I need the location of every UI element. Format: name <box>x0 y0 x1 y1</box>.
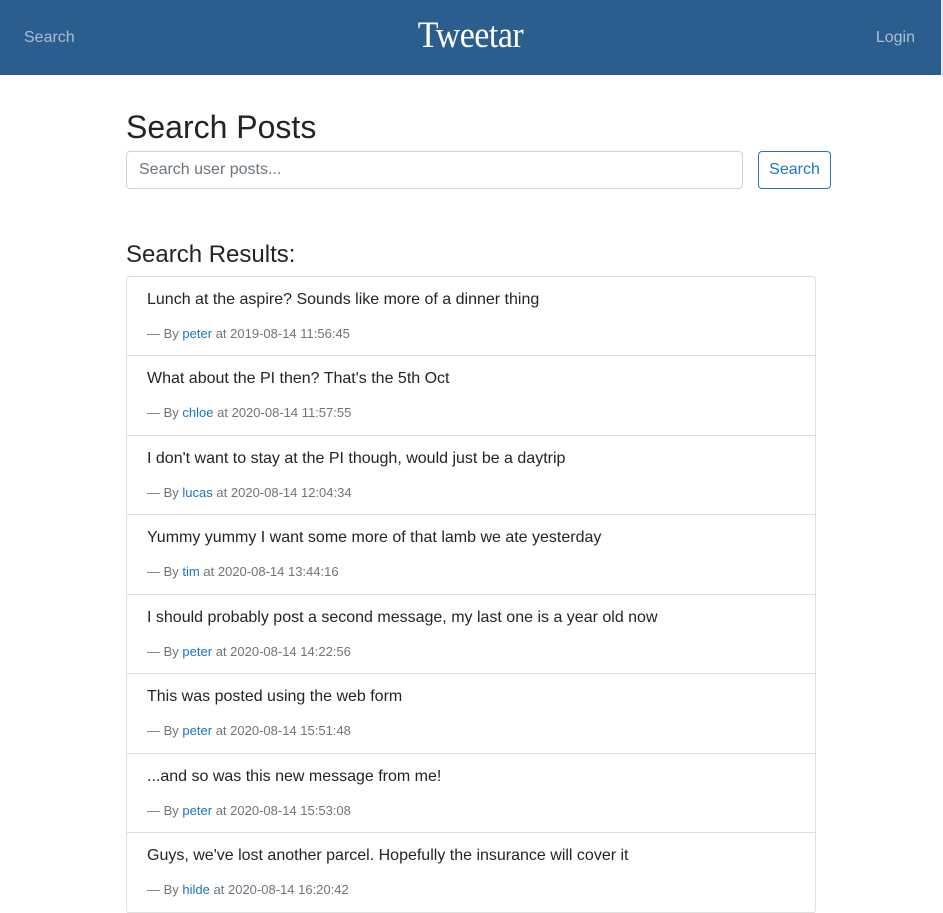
post-by-label: — By <box>147 325 179 341</box>
post-author-link[interactable]: peter <box>182 644 212 659</box>
post-text: Lunch at the aspire? Sounds like more of… <box>147 290 540 308</box>
post-author-link[interactable]: lucas <box>182 485 212 500</box>
results-list: Lunch at the aspire? Sounds like more of… <box>126 275 816 913</box>
post-text: ...and so was this new message from me! <box>147 767 442 785</box>
results-heading: Search Results: <box>126 241 296 269</box>
post-meta: — By peter at 2019-08-14 11:56:45 <box>147 326 795 341</box>
list-item: ...and so was this new message from me! —… <box>127 754 815 834</box>
post-by-label: — By <box>147 484 179 500</box>
post-author-link[interactable]: peter <box>182 723 212 738</box>
post-by-label: — By <box>147 405 179 421</box>
post-meta: — By lucas at 2020-08-14 12:04:34 <box>147 485 795 500</box>
post-at-label: at <box>215 802 227 818</box>
brand-logo[interactable]: Tweetar <box>0 15 941 56</box>
post-at-label: at <box>215 723 227 739</box>
post-by-label: — By <box>147 723 179 739</box>
list-item: Guys, we've lost another parcel. Hopeful… <box>127 833 815 913</box>
post-meta: — By peter at 2020-08-14 14:22:56 <box>147 644 795 659</box>
post-timestamp: 2020-08-14 11:57:55 <box>231 405 352 421</box>
post-timestamp: 2020-08-14 13:44:16 <box>217 564 339 580</box>
list-item: Yummy yummy I want some more of that lam… <box>127 515 815 595</box>
list-item: I should probably post a second message,… <box>127 595 815 675</box>
post-text: I should probably post a second message,… <box>147 608 658 626</box>
post-timestamp: 2020-08-14 12:04:34 <box>230 484 352 500</box>
post-meta: — By peter at 2020-08-14 15:51:48 <box>147 723 795 738</box>
post-text: This was posted using the web form <box>147 688 403 706</box>
post-at-label: at <box>216 484 228 500</box>
post-at-label: at <box>215 325 227 341</box>
post-at-label: at <box>203 564 215 580</box>
post-text: Guys, we've lost another parcel. Hopeful… <box>147 847 629 865</box>
post-by-label: — By <box>147 802 179 818</box>
post-author-link[interactable]: chloe <box>182 405 213 420</box>
post-author-link[interactable]: peter <box>182 803 212 818</box>
post-meta: — By chloe at 2020-08-14 11:57:55 <box>147 405 795 420</box>
post-timestamp: 2020-08-14 14:22:56 <box>230 643 351 659</box>
post-timestamp: 2019-08-14 11:56:45 <box>230 325 350 341</box>
post-text: What about the PI then? That's the 5th O… <box>147 370 450 388</box>
post-author-link[interactable]: peter <box>182 326 212 341</box>
post-text: I don't want to stay at the PI though, w… <box>147 449 566 467</box>
search-input[interactable] <box>126 151 743 190</box>
post-meta: — By tim at 2020-08-14 13:44:16 <box>147 564 795 579</box>
post-text: Yummy yummy I want some more of that lam… <box>147 529 602 547</box>
post-by-label: — By <box>147 564 179 580</box>
page-title: Search Posts <box>126 109 317 145</box>
top-navbar: Search Tweetar Login <box>0 0 943 75</box>
post-by-label: — By <box>147 643 179 659</box>
post-at-label: at <box>217 405 228 421</box>
post-timestamp: 2020-08-14 15:51:48 <box>230 723 351 739</box>
post-timestamp: 2020-08-14 15:53:08 <box>230 802 351 818</box>
list-item: What about the PI then? That's the 5th O… <box>127 356 815 436</box>
post-at-label: at <box>215 643 227 659</box>
main-content: Search Posts Search Search Results: Lunc… <box>126 75 831 913</box>
post-author-link[interactable]: tim <box>182 564 199 579</box>
post-meta: — By peter at 2020-08-14 15:53:08 <box>147 803 795 818</box>
nav-login-link[interactable]: Login <box>876 29 915 47</box>
search-form: Search <box>126 151 831 190</box>
list-item: I don't want to stay at the PI though, w… <box>127 436 815 516</box>
list-item: Lunch at the aspire? Sounds like more of… <box>127 277 815 357</box>
search-button[interactable]: Search <box>758 151 831 190</box>
list-item: This was posted using the web form — By p… <box>127 674 815 754</box>
